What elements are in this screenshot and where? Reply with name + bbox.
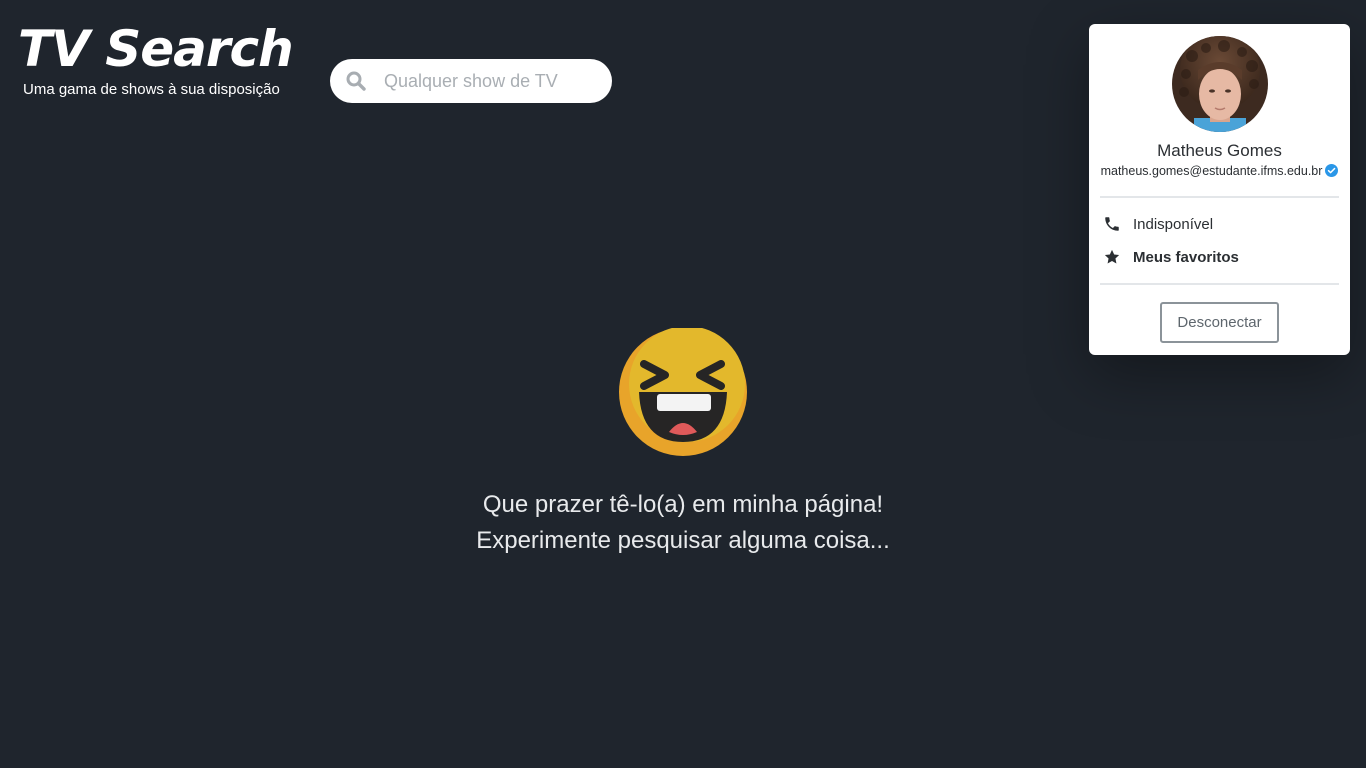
profile-email-row: matheus.gomes@estudante.ifms.edu.br (1089, 164, 1350, 178)
star-icon (1104, 249, 1120, 264)
laughing-face-icon (619, 328, 747, 456)
app-title: TV Search (18, 20, 294, 78)
app-subtitle: Uma gama de shows à sua disposição (23, 81, 280, 98)
search-input[interactable] (384, 59, 594, 103)
menu-item-label: Indisponível (1133, 215, 1214, 233)
phone-icon (1105, 217, 1119, 231)
profile-card: Matheus Gomes matheus.gomes@estudante.if… (1089, 24, 1350, 355)
divider (1100, 196, 1339, 198)
search-bar[interactable] (330, 59, 612, 103)
page: TV Search Uma gama de shows à sua dispos… (0, 0, 1366, 768)
welcome-line-2: Experimente pesquisar alguma coisa... (476, 527, 890, 554)
brand: TV Search Uma gama de shows à sua dispos… (18, 18, 294, 98)
verified-icon (1325, 164, 1339, 177)
search-icon (346, 71, 366, 91)
divider (1100, 283, 1339, 285)
welcome-message: Que prazer tê-lo(a) em minha página! Exp… (383, 487, 983, 559)
profile-email: matheus.gomes@estudante.ifms.edu.br (1100, 164, 1323, 178)
menu-item-availability: Indisponível (1103, 212, 1338, 236)
menu-item-label: Meus favoritos (1133, 248, 1239, 266)
avatar (1172, 36, 1268, 132)
logout-button[interactable]: Desconectar (1160, 302, 1279, 343)
welcome-line-1: Que prazer tê-lo(a) em minha página! (482, 491, 884, 518)
menu-item-favorites[interactable]: Meus favoritos (1103, 245, 1338, 269)
profile-name: Matheus Gomes (1157, 141, 1282, 160)
